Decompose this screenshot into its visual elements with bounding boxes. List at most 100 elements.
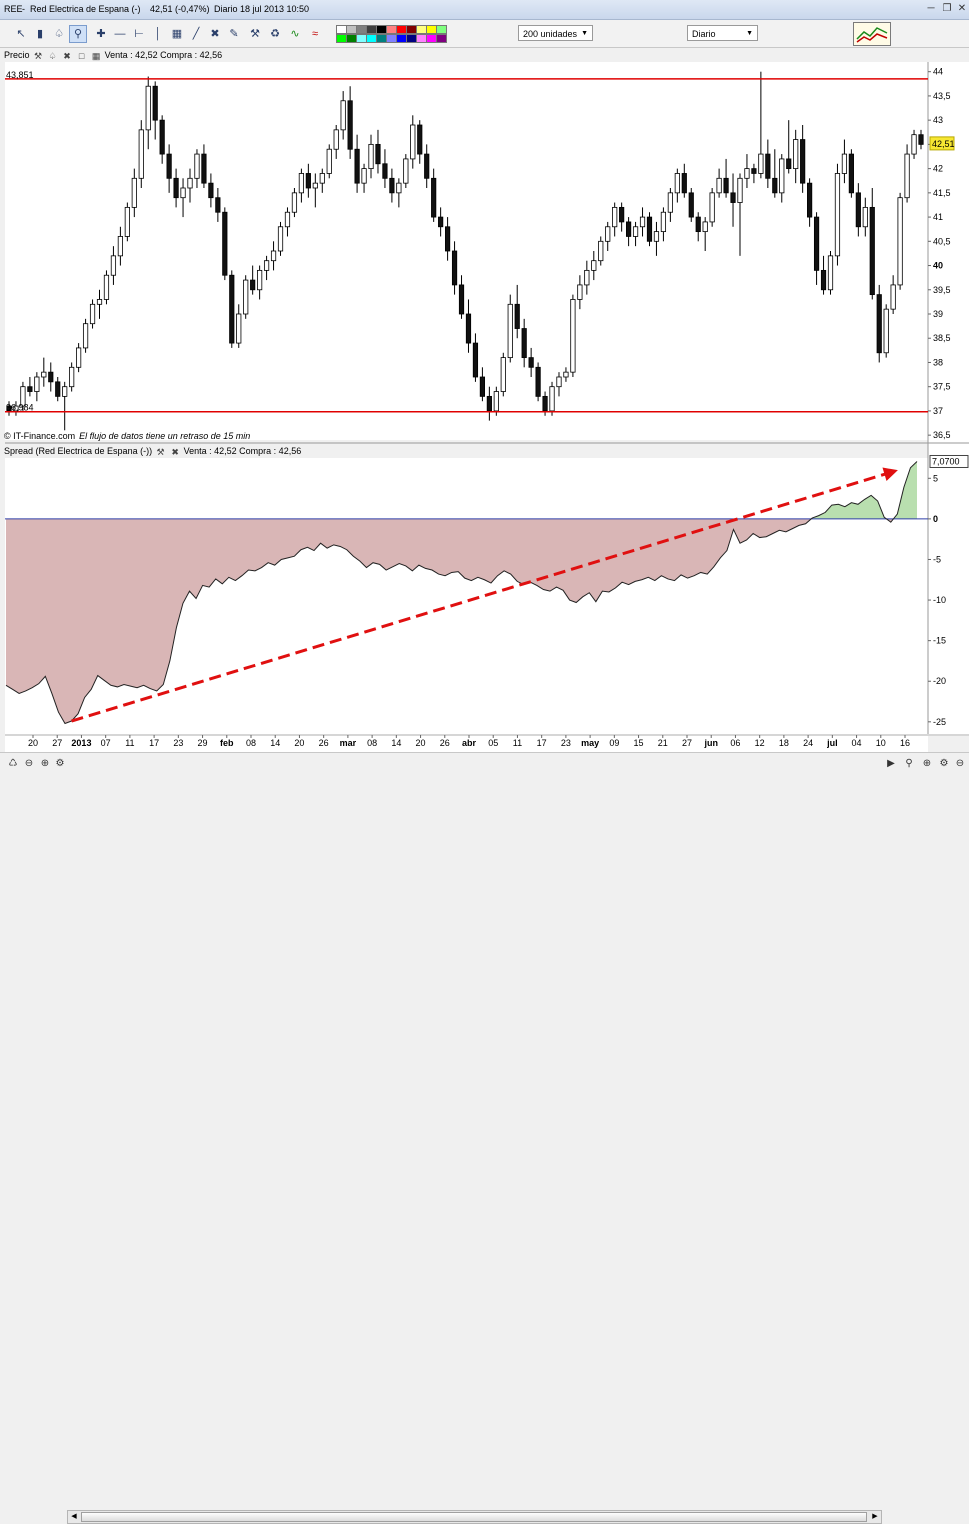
candle-body[interactable]: [270, 250, 277, 262]
candle-body[interactable]: [27, 386, 33, 392]
candle-body[interactable]: [507, 303, 513, 359]
candle-body[interactable]: [89, 303, 96, 325]
candle-body[interactable]: [702, 221, 708, 233]
candle-body[interactable]: [110, 255, 117, 276]
candle-body[interactable]: [890, 284, 896, 310]
candle-body[interactable]: [187, 177, 193, 189]
candle-body[interactable]: [368, 143, 374, 170]
candle-body[interactable]: [486, 395, 492, 412]
candle-body[interactable]: [354, 148, 360, 184]
candle-body[interactable]: [82, 323, 89, 349]
candle-body[interactable]: [500, 357, 506, 392]
candle-body[interactable]: [591, 260, 597, 271]
candle-body[interactable]: [312, 182, 318, 189]
candle-body[interactable]: [744, 168, 750, 179]
candle-body[interactable]: [117, 236, 123, 257]
candle-body[interactable]: [542, 395, 548, 412]
candle-body[interactable]: [626, 221, 632, 237]
chart-settings-icon[interactable]: ⚙: [937, 757, 951, 771]
candle-body[interactable]: [605, 226, 611, 242]
scroll-end-icon[interactable]: ▶: [884, 757, 898, 771]
candle-body[interactable]: [660, 211, 667, 233]
candle-body[interactable]: [76, 347, 82, 368]
candle-body[interactable]: [444, 226, 451, 252]
candle-body[interactable]: [451, 250, 458, 286]
candle-body[interactable]: [277, 226, 284, 252]
candle-body[interactable]: [472, 342, 479, 378]
chart-canvas[interactable]: 36,5 37 37,5 38 38,5 39 39,5 40 40,5 41 41,5 42 42,5…: [0, 0, 969, 775]
zoom-in-icon[interactable]: ⊕: [38, 757, 52, 771]
candle-body[interactable]: [69, 366, 75, 388]
candle-body[interactable]: [688, 192, 694, 218]
candle-body[interactable]: [284, 211, 291, 228]
candle-body[interactable]: [438, 216, 444, 228]
candle-body[interactable]: [250, 279, 256, 291]
candle-body[interactable]: [96, 299, 103, 305]
candle-body[interactable]: [876, 294, 882, 354]
candle-body[interactable]: [841, 153, 848, 174]
candle-body[interactable]: [229, 274, 235, 344]
candle-body[interactable]: [236, 313, 242, 344]
candle-body[interactable]: [194, 153, 200, 179]
bell-icon[interactable]: ♤: [48, 51, 58, 61]
candle-body[interactable]: [779, 158, 785, 194]
candle-body[interactable]: [319, 173, 325, 184]
close-pane-icon[interactable]: ✖: [170, 447, 180, 457]
candle-body[interactable]: [243, 279, 249, 315]
candle-body[interactable]: [326, 148, 332, 174]
candle-body[interactable]: [55, 381, 61, 397]
candle-body[interactable]: [716, 177, 722, 194]
candle-body[interactable]: [563, 371, 569, 378]
candle-body[interactable]: [458, 284, 465, 315]
candle-body[interactable]: [340, 100, 346, 131]
scrollbar-thumb[interactable]: [81, 1512, 867, 1522]
close-pane-icon[interactable]: ✖: [62, 51, 72, 61]
horizontal-scrollbar[interactable]: ◀ ▶: [67, 1510, 882, 1524]
candle-body[interactable]: [257, 269, 263, 291]
price-plot-area[interactable]: [5, 62, 928, 440]
candle-body[interactable]: [897, 197, 903, 286]
candle-body[interactable]: [584, 269, 590, 286]
candle-body[interactable]: [918, 134, 924, 145]
wrench-icon[interactable]: ⚒: [33, 51, 43, 61]
candle-body[interactable]: [479, 376, 486, 397]
candle-body[interactable]: [173, 177, 179, 199]
candle-body[interactable]: [145, 85, 151, 131]
candle-body[interactable]: [124, 206, 130, 237]
candle-body[interactable]: [639, 216, 646, 228]
candle-body[interactable]: [695, 216, 701, 233]
candle-body[interactable]: [424, 153, 430, 179]
candle-body[interactable]: [291, 192, 298, 213]
candle-body[interactable]: [333, 129, 339, 150]
candle-body[interactable]: [417, 124, 423, 155]
candle-body[interactable]: [820, 269, 827, 291]
candle-body[interactable]: [410, 124, 416, 160]
candle-body[interactable]: [528, 357, 534, 368]
zoom-fit-icon[interactable]: ⚲: [902, 757, 916, 771]
candle-body[interactable]: [298, 173, 304, 194]
candle-body[interactable]: [793, 139, 799, 170]
zoom-icon[interactable]: ⊕: [920, 757, 934, 771]
candle-body[interactable]: [646, 216, 653, 242]
candle-body[interactable]: [911, 134, 917, 155]
candle-body[interactable]: [34, 376, 40, 392]
candle-body[interactable]: [166, 153, 172, 179]
candle-body[interactable]: [131, 177, 137, 208]
candle-body[interactable]: [632, 226, 639, 237]
candle-body[interactable]: [431, 177, 437, 218]
settings-icon[interactable]: ⚙: [53, 757, 67, 771]
candle-body[interactable]: [723, 177, 729, 194]
candle-body[interactable]: [904, 153, 910, 199]
zoom-out-icon[interactable]: ⊖: [22, 757, 36, 771]
candle-body[interactable]: [396, 182, 402, 194]
candle-body[interactable]: [577, 284, 583, 300]
candle-body[interactable]: [772, 177, 778, 194]
candle-body[interactable]: [389, 177, 395, 194]
candle-body[interactable]: [465, 313, 472, 344]
candle-body[interactable]: [549, 386, 555, 412]
candle-body[interactable]: [305, 173, 311, 189]
candle-body[interactable]: [807, 182, 813, 218]
scroll-right-icon[interactable]: ▶: [869, 1511, 881, 1523]
candle-body[interactable]: [521, 328, 527, 359]
candle-body[interactable]: [138, 129, 144, 179]
